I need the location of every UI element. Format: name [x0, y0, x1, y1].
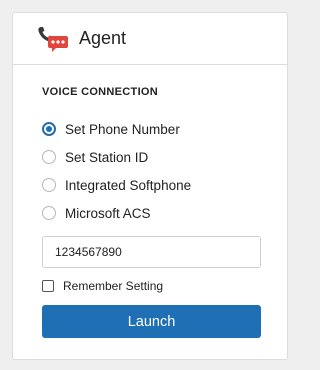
option-label: Set Station ID	[65, 149, 149, 165]
radio-set-station-id[interactable]	[42, 150, 56, 164]
radio-microsoft-acs[interactable]	[42, 206, 56, 220]
agent-card: Agent VOICE CONNECTION Set Phone Number …	[12, 12, 288, 360]
option-label: Integrated Softphone	[65, 177, 192, 193]
phone-chat-icon	[37, 25, 69, 53]
voice-connection-heading: VOICE CONNECTION	[42, 86, 159, 98]
card-header: Agent	[13, 13, 287, 65]
page-title: Agent	[79, 28, 127, 48]
phone-number-input[interactable]	[42, 236, 261, 268]
option-set-station-id[interactable]: Set Station ID	[42, 147, 148, 167]
remember-setting-label: Remember Setting	[63, 279, 164, 293]
option-microsoft-acs[interactable]: Microsoft ACS	[42, 203, 151, 223]
option-label: Set Phone Number	[65, 121, 180, 137]
remember-setting-row[interactable]: Remember Setting	[42, 279, 163, 293]
option-label: Microsoft ACS	[65, 205, 151, 221]
launch-button[interactable]: Launch	[42, 305, 261, 338]
option-integrated-softphone[interactable]: Integrated Softphone	[42, 175, 191, 195]
radio-integrated-softphone[interactable]	[42, 178, 56, 192]
option-set-phone-number[interactable]: Set Phone Number	[42, 119, 180, 139]
radio-set-phone-number[interactable]	[42, 122, 56, 136]
remember-setting-checkbox[interactable]	[42, 280, 54, 292]
